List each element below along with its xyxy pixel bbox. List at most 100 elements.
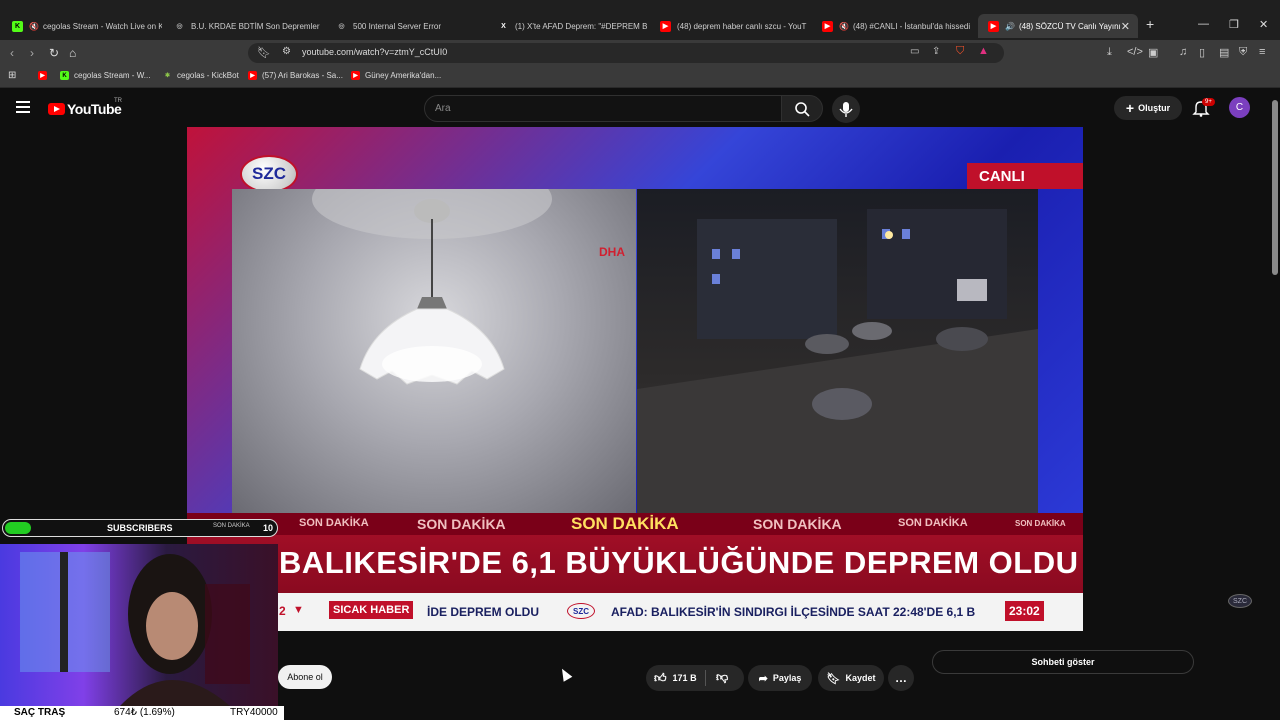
site-info-icon[interactable]: ⚙︎ xyxy=(282,46,291,57)
browser-tab-bar: K 🔇 cegolas Stream - Watch Live on K ◎ B… xyxy=(0,0,1280,40)
avatar[interactable]: C xyxy=(1229,97,1250,118)
download-icon[interactable]: ⤓ xyxy=(1107,46,1112,59)
tab-sozcu-active[interactable]: ▶ 🔊 (48) SÖZCÜ TV Canlı Yayını ✕ xyxy=(978,14,1138,38)
youtube-icon: ▶ xyxy=(248,71,257,80)
brave-rewards-icon[interactable]: ▲ xyxy=(978,45,989,57)
search-button[interactable] xyxy=(781,95,823,122)
address-toolbar: ‹ › ↻ ⌂ 🔖︎ ⚙︎ youtube.com/watch?v=ztmY_c… xyxy=(0,40,1280,66)
sidebar-icon[interactable]: ▯ xyxy=(1199,46,1205,59)
sicak-haber-tag: SICAK HABER xyxy=(329,601,414,619)
ticker-text-1: İDE DEPREM OLDU xyxy=(427,605,540,619)
reload-icon[interactable]: ↻ xyxy=(49,46,59,60)
ceiling-lamp-image xyxy=(312,159,552,385)
subscriber-goal-bar: SUBSCRIBERS SON DAKİKA 10 xyxy=(2,519,278,537)
close-window-icon[interactable]: ✕ xyxy=(1259,18,1268,31)
new-tab-button[interactable]: + xyxy=(1146,16,1154,32)
forward-icon[interactable]: › xyxy=(30,46,34,60)
youtube-play-icon xyxy=(48,103,65,115)
apps-grid-icon[interactable]: ⊞ xyxy=(8,70,16,81)
tab-deprem-haber[interactable]: ▶ (48) deprem haber canlı szcu - YouT xyxy=(650,16,810,36)
plus-icon: + xyxy=(1125,100,1135,116)
microphone-icon xyxy=(839,102,853,117)
muted-icon: 🔇 xyxy=(29,21,39,31)
like-count[interactable]: 171 B xyxy=(673,673,697,683)
back-icon[interactable]: ‹ xyxy=(10,46,14,60)
bookmark-kickbot[interactable]: ✱ cegolas - KickBot xyxy=(163,71,239,80)
close-tab-icon[interactable]: ✕ xyxy=(1121,20,1130,33)
hamburger-menu-icon[interactable] xyxy=(16,101,30,113)
youtube-icon: ▶ xyxy=(988,20,999,32)
tab-server-error[interactable]: ◎ 500 Internal Server Error xyxy=(326,16,486,36)
subscribe-button[interactable]: Abone ol xyxy=(278,665,332,689)
wallet-icon[interactable]: ▤ xyxy=(1219,46,1229,59)
minimize-icon[interactable]: — xyxy=(1198,18,1209,30)
tab-cegolas-stream[interactable]: K 🔇 cegolas Stream - Watch Live on K xyxy=(2,16,162,36)
bookmark-youtube[interactable]: ▶ xyxy=(38,71,52,80)
ticker-szc-logo: SZC xyxy=(567,603,595,619)
page-scrollbar[interactable] xyxy=(1272,100,1278,275)
tab-krdae[interactable]: ◎ B.U. KRDAE BDTİM Son Depremler xyxy=(164,16,324,36)
subscriber-progress xyxy=(5,522,31,534)
share-arrow-icon: ➦ xyxy=(758,672,768,685)
donation-goal-strip: SAÇ TRAŞ 674₺ (1.69%) TRY40000 xyxy=(0,706,284,720)
screenshot-icon[interactable]: ▣ xyxy=(1148,46,1158,59)
globe-icon: ◎ xyxy=(338,23,345,30)
bookmark-guney-amerika[interactable]: ▶ Güney Amerika'dan... xyxy=(351,71,441,80)
share-button[interactable]: ➦ Paylaş xyxy=(748,665,812,691)
muted-icon: 🔇 xyxy=(839,21,849,31)
home-icon[interactable]: ⌂ xyxy=(69,46,76,60)
like-icon[interactable]: 👍︎ xyxy=(654,671,667,686)
search-icon xyxy=(795,102,810,117)
url-text: youtube.com/watch?v=ztmY_cCtUI0 xyxy=(302,47,448,57)
menu-icon[interactable]: ≡ xyxy=(1259,46,1265,58)
youtube-icon: ▶ xyxy=(351,71,360,80)
live-badge: CANLI xyxy=(967,163,1083,189)
like-divider xyxy=(705,670,706,686)
brave-shield-icon[interactable]: ⛉ xyxy=(956,45,964,58)
audio-icon: 🔊 xyxy=(1005,21,1015,31)
search-input[interactable]: Ara xyxy=(424,95,782,122)
kick-icon: K xyxy=(60,71,69,80)
night-street-image xyxy=(637,209,1038,513)
show-chat-button[interactable]: Sohbeti göster xyxy=(932,650,1194,674)
share-icon[interactable]: ⇪ xyxy=(932,46,940,57)
bookmark-cegolas-stream[interactable]: K cegolas Stream - W... xyxy=(60,71,150,80)
video-right-panel-street xyxy=(637,189,1038,513)
save-button[interactable]: 🔖︎ Kaydet xyxy=(818,665,884,691)
mouse-cursor-icon xyxy=(557,666,573,682)
cast-icon[interactable]: ▭ xyxy=(910,46,919,57)
tab-x-afad[interactable]: X (1) X'te AFAD Deprem: "#DEPREM B xyxy=(488,16,648,36)
bookmark-save-icon: 🔖︎ xyxy=(826,672,841,685)
headline-text: BALIKESİR'DE 6,1 BÜYÜKLÜĞÜNDE DEPREM OLD… xyxy=(279,545,1079,580)
address-bar[interactable]: 🔖︎ ⚙︎ youtube.com/watch?v=ztmY_cCtUI0 ▭ … xyxy=(248,43,1004,63)
kickbot-icon: ✱ xyxy=(164,73,171,79)
dislike-icon[interactable]: 👎︎ xyxy=(716,670,728,685)
youtube-icon: ▶ xyxy=(660,20,671,32)
bookmarks-bar: ⊞ ▶ K cegolas Stream - W... ✱ cegolas - … xyxy=(0,66,1280,88)
dha-watermark: DHA xyxy=(599,245,625,259)
voice-search-button[interactable] xyxy=(832,95,860,123)
ticker-text-2: AFAD: BALIKESİR'İN SINDIRGI İLÇESİNDE SA… xyxy=(611,605,976,619)
bookmark-ari-barokas[interactable]: ▶ (57) Ari Barokas - Sa... xyxy=(248,71,343,80)
streamer-webcam-image xyxy=(20,552,250,706)
news-ticker: 2 ▼ SICAK HABER İDE DEPREM OLDU SZC AFAD… xyxy=(187,593,1083,631)
restore-icon[interactable]: ❐ xyxy=(1229,18,1239,31)
create-button[interactable]: + Oluştur xyxy=(1114,96,1182,120)
webcam-overlay xyxy=(0,544,278,706)
youtube-icon: ▶ xyxy=(822,20,833,32)
kick-icon: K xyxy=(12,20,23,32)
tab-canli-istanbul[interactable]: ▶ 🔇 (48) #CANLI - İstanbul'da hissedi xyxy=(812,16,974,36)
vpn-icon[interactable]: ⛨ xyxy=(1239,46,1247,59)
globe-icon: ◎ xyxy=(176,23,183,30)
szc-logo: SZC xyxy=(240,155,298,193)
devtools-icon[interactable]: </> xyxy=(1127,46,1143,58)
more-actions-icon[interactable]: … xyxy=(888,665,914,691)
youtube-logo[interactable]: YouTube TR xyxy=(48,98,122,117)
media-icon[interactable]: ♫ xyxy=(1179,46,1187,58)
ticker-number: 2 xyxy=(279,604,286,618)
like-dislike-group: 👍︎ 171 B 👎︎ xyxy=(646,665,744,691)
ticker-time: 23:02 xyxy=(1005,601,1044,621)
bookmark-icon[interactable]: 🔖︎ xyxy=(257,46,271,59)
video-player[interactable]: SZC CANLI DHA SON DAKİKA SON DAKİKA SON … xyxy=(187,127,1083,631)
video-left-panel-lamp xyxy=(232,159,636,513)
